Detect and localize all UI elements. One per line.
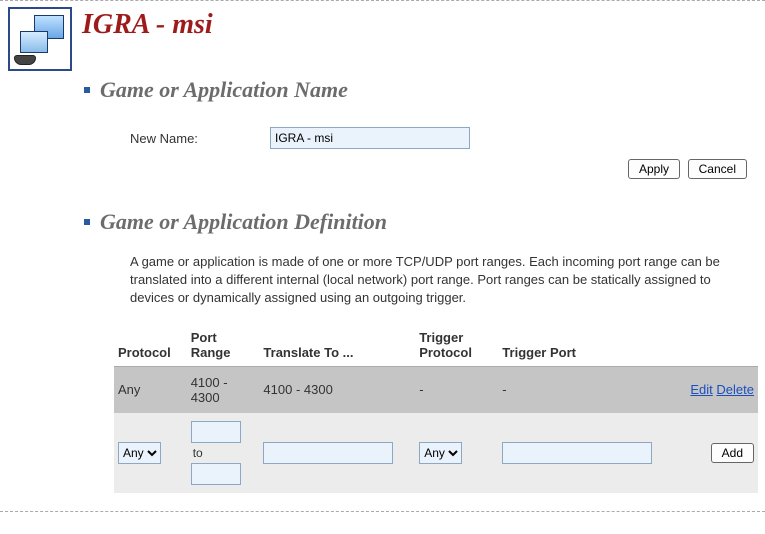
new-name-label: New Name: <box>130 131 270 146</box>
cancel-button[interactable]: Cancel <box>688 159 747 179</box>
apply-button[interactable]: Apply <box>628 159 680 179</box>
add-button[interactable]: Add <box>711 443 754 463</box>
delete-link[interactable]: Delete <box>716 382 754 397</box>
cell-trigger-port: - <box>498 366 675 413</box>
cell-trigger-protocol: - <box>415 366 498 413</box>
port-range-to-input[interactable] <box>191 463 241 485</box>
app-icon <box>8 7 72 71</box>
edit-link[interactable]: Edit <box>690 382 712 397</box>
col-port-range: Port Range <box>187 324 260 367</box>
cell-translate: 4100 - 4300 <box>259 366 415 413</box>
input-row: Any to Any <box>114 413 758 493</box>
table-row: Any 4100 - 4300 4100 - 4300 - - Edit Del… <box>114 366 758 413</box>
protocol-select[interactable]: Any <box>118 442 161 464</box>
definition-table: Protocol Port Range Translate To ... Tri… <box>114 324 758 493</box>
section-name-heading: Game or Application Name <box>100 77 348 103</box>
bullet-icon <box>84 87 90 93</box>
col-translate: Translate To ... <box>259 324 415 367</box>
cell-protocol: Any <box>114 366 187 413</box>
col-protocol: Protocol <box>114 324 187 367</box>
cell-port-range: 4100 - 4300 <box>187 366 260 413</box>
port-range-from-input[interactable] <box>191 421 241 443</box>
trigger-port-input[interactable] <box>502 442 652 464</box>
bullet-icon <box>84 219 90 225</box>
translate-to-input[interactable] <box>263 442 393 464</box>
new-name-input[interactable] <box>270 127 470 149</box>
col-trigger-protocol: Trigger Protocol <box>415 324 498 367</box>
page-title: IGRA - msi <box>82 9 213 41</box>
trigger-protocol-select[interactable]: Any <box>419 442 462 464</box>
range-separator: to <box>191 446 205 460</box>
section-definition-heading: Game or Application Definition <box>100 209 387 235</box>
definition-description: A game or application is made of one or … <box>130 253 723 308</box>
col-trigger-port: Trigger Port <box>498 324 675 367</box>
